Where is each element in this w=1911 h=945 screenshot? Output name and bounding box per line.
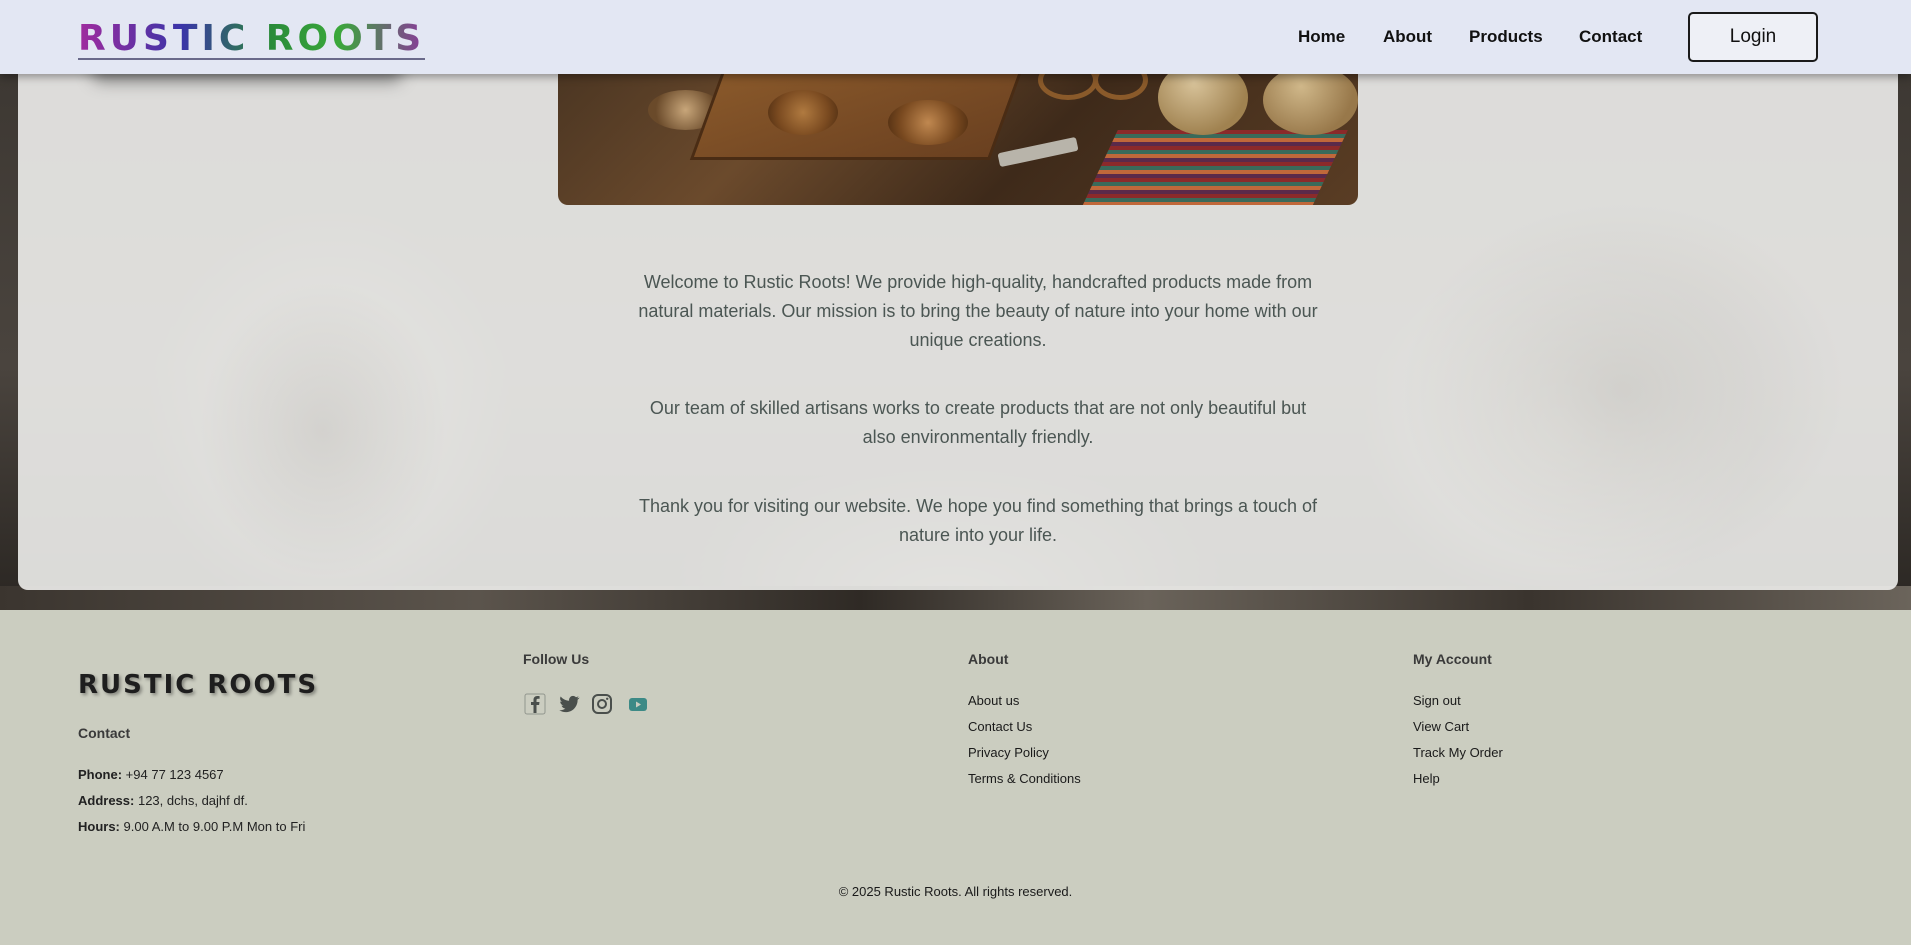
address-label: Address: <box>78 793 135 808</box>
hero-crafts-image <box>558 60 1358 205</box>
hours-value: 9.00 A.M to 9.00 P.M Mon to Fri <box>119 819 306 834</box>
footer-link-view-cart[interactable]: View Cart <box>1413 719 1469 734</box>
footer-about-heading: About <box>968 651 1009 667</box>
about-paragraph: Thank you for visiting our website. We h… <box>638 496 1318 545</box>
hero-yarn-ball <box>1263 65 1358 135</box>
hours-label: Hours: <box>78 819 120 834</box>
about-paragraph: Welcome to Rustic Roots! We provide high… <box>638 272 1318 350</box>
site-header: RUSTIC ROOTS Home About Products Contact… <box>0 0 1911 74</box>
hero-knife <box>997 136 1079 168</box>
background-jug-shape <box>198 280 448 580</box>
address-value: 123, dchs, dajhf df. <box>134 793 248 808</box>
footer-follow-heading: Follow Us <box>523 651 590 667</box>
footer-link-help[interactable]: Help <box>1413 771 1440 786</box>
footer-link-sign-out[interactable]: Sign out <box>1413 693 1461 708</box>
nav-home[interactable]: Home <box>1298 27 1345 47</box>
footer-address: Address: 123, dchs, dajhf df. <box>78 793 248 808</box>
footer-link-privacy-policy[interactable]: Privacy Policy <box>968 745 1049 760</box>
site-logo[interactable]: RUSTIC ROOTS <box>78 20 426 60</box>
hero-carved-flower <box>768 90 838 135</box>
youtube-icon[interactable] <box>626 692 650 716</box>
background-basket-shape <box>1398 200 1848 580</box>
facebook-icon[interactable] <box>523 692 547 716</box>
twitter-icon[interactable] <box>557 692 581 716</box>
hero-carved-flower <box>888 100 968 145</box>
about-content-card: Welcome to Rustic Roots! We provide high… <box>18 60 1898 590</box>
footer-logo: RUSTIC ROOTS <box>78 670 319 700</box>
footer-link-terms[interactable]: Terms & Conditions <box>968 771 1081 786</box>
footer-link-track-order[interactable]: Track My Order <box>1413 745 1503 760</box>
footer-account-heading: My Account <box>1413 651 1492 667</box>
login-button[interactable]: Login <box>1688 12 1818 62</box>
footer-contact-heading: Contact <box>78 725 131 741</box>
hero-board <box>689 60 1027 160</box>
instagram-icon[interactable] <box>590 692 614 716</box>
hero-woven-cloth <box>1078 130 1348 205</box>
nav-products[interactable]: Products <box>1469 27 1543 47</box>
about-paragraph: Our team of skilled artisans works to cr… <box>649 398 1307 447</box>
nav-contact[interactable]: Contact <box>1579 27 1642 47</box>
nav-about[interactable]: About <box>1383 27 1432 47</box>
footer-copyright: © 2025 Rustic Roots. All rights reserved… <box>838 884 1073 899</box>
phone-value: +94 77 123 4567 <box>122 767 224 782</box>
footer-phone: Phone: +94 77 123 4567 <box>78 767 224 782</box>
footer-link-about-us[interactable]: About us <box>968 693 1019 708</box>
footer-hours: Hours: 9.00 A.M to 9.00 P.M Mon to Fri <box>78 819 305 834</box>
footer-link-contact-us[interactable]: Contact Us <box>968 719 1032 734</box>
phone-label: Phone: <box>78 767 123 782</box>
